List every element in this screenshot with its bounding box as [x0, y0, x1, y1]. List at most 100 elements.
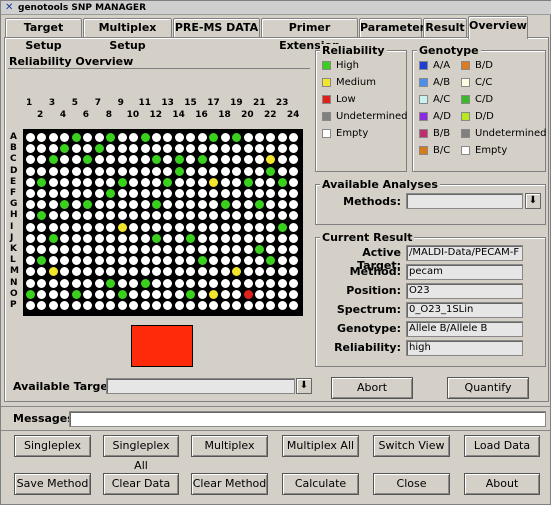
plate-well[interactable]	[37, 289, 47, 299]
plate-well[interactable]	[174, 211, 184, 221]
plate-well[interactable]	[163, 278, 173, 288]
plate-well[interactable]	[83, 133, 93, 142]
result-field-value[interactable]: 0_O23_1SLin	[406, 302, 523, 318]
plate-well[interactable]	[71, 177, 81, 187]
plate-well[interactable]	[209, 233, 219, 243]
plate-well[interactable]	[220, 189, 230, 198]
plate-well[interactable]	[48, 301, 58, 310]
plate-well[interactable]	[117, 289, 127, 299]
plate-well[interactable]	[186, 222, 196, 232]
plate-well[interactable]	[277, 301, 287, 310]
plate-well[interactable]	[186, 166, 196, 176]
plate-well[interactable]	[163, 133, 173, 142]
plate-well[interactable]	[106, 289, 116, 299]
plate-well[interactable]	[60, 155, 70, 165]
plate-well[interactable]	[220, 267, 230, 277]
plate-well[interactable]	[26, 211, 35, 221]
plate-well[interactable]	[255, 222, 264, 232]
plate-well[interactable]	[94, 166, 104, 176]
plate-well[interactable]	[106, 189, 116, 198]
plate-well[interactable]	[277, 155, 287, 165]
plate-well[interactable]	[37, 245, 47, 254]
plate-well[interactable]	[174, 256, 184, 266]
plate-well[interactable]	[243, 189, 253, 198]
plate-well[interactable]	[37, 301, 47, 310]
plate-well[interactable]	[94, 233, 104, 243]
plate-well[interactable]	[48, 144, 58, 154]
plate-well[interactable]	[255, 278, 264, 288]
tab-multiplex-setup[interactable]: Multiplex Setup	[83, 18, 172, 52]
plate-well[interactable]	[186, 278, 196, 288]
plate-well[interactable]	[243, 200, 253, 210]
plate-well[interactable]	[266, 222, 276, 232]
plate-well[interactable]	[277, 278, 287, 288]
plate-well[interactable]	[197, 211, 207, 221]
plate-well[interactable]	[117, 222, 127, 232]
plate-well[interactable]	[48, 200, 58, 210]
plate-well[interactable]	[26, 278, 35, 288]
plate-well[interactable]	[83, 301, 93, 310]
plate-well[interactable]	[163, 233, 173, 243]
plate-well[interactable]	[197, 256, 207, 266]
plate-well[interactable]	[186, 301, 196, 310]
multiplex-all-button[interactable]: Multiplex All	[282, 435, 359, 457]
plate-well[interactable]	[60, 278, 70, 288]
tab-primer-extension[interactable]: Primer Extension	[261, 18, 358, 52]
plate-well[interactable]	[83, 189, 93, 198]
plate-well[interactable]	[106, 301, 116, 310]
plate-well[interactable]	[151, 155, 161, 165]
plate-well[interactable]	[277, 166, 287, 176]
plate-well[interactable]	[140, 166, 150, 176]
plate-well[interactable]	[48, 189, 58, 198]
plate-well[interactable]	[174, 289, 184, 299]
plate-well[interactable]	[163, 211, 173, 221]
load-data-button[interactable]: Load Data	[464, 435, 540, 457]
plate-well[interactable]	[129, 211, 139, 221]
result-field-value[interactable]: O23	[406, 283, 523, 299]
methods-dropdown-icon[interactable]: ⬇	[525, 193, 541, 209]
plate-well[interactable]	[232, 211, 242, 221]
plate-well[interactable]	[277, 289, 287, 299]
plate-well[interactable]	[255, 289, 264, 299]
plate-well[interactable]	[60, 144, 70, 154]
plate-well[interactable]	[186, 155, 196, 165]
plate-well[interactable]	[71, 133, 81, 142]
plate-well[interactable]	[243, 267, 253, 277]
plate-well[interactable]	[255, 245, 264, 254]
plate-well[interactable]	[71, 278, 81, 288]
plate-well[interactable]	[243, 233, 253, 243]
plate-well[interactable]	[37, 133, 47, 142]
plate-well[interactable]	[174, 278, 184, 288]
plate-well[interactable]	[117, 245, 127, 254]
plate-well[interactable]	[117, 267, 127, 277]
plate-well[interactable]	[26, 133, 35, 142]
plate-well[interactable]	[129, 222, 139, 232]
plate-well[interactable]	[60, 166, 70, 176]
plate-well[interactable]	[83, 289, 93, 299]
plate-well[interactable]	[60, 133, 70, 142]
plate-well[interactable]	[117, 200, 127, 210]
plate-well[interactable]	[71, 200, 81, 210]
plate-well[interactable]	[106, 222, 116, 232]
plate-well[interactable]	[71, 189, 81, 198]
plate-well[interactable]	[151, 245, 161, 254]
plate-well[interactable]	[243, 301, 253, 310]
plate-well[interactable]	[209, 144, 219, 154]
plate-well[interactable]	[266, 278, 276, 288]
plate-well[interactable]	[94, 256, 104, 266]
plate-well[interactable]	[174, 177, 184, 187]
plate-well[interactable]	[220, 301, 230, 310]
plate-well[interactable]	[289, 278, 299, 288]
plate-well[interactable]	[277, 211, 287, 221]
plate-well[interactable]	[277, 177, 287, 187]
plate-well[interactable]	[174, 222, 184, 232]
plate-well[interactable]	[163, 144, 173, 154]
messages-field[interactable]	[69, 411, 546, 427]
plate-well[interactable]	[48, 233, 58, 243]
plate-well[interactable]	[26, 245, 35, 254]
plate-well[interactable]	[151, 267, 161, 277]
plate-well[interactable]	[48, 278, 58, 288]
plate-well[interactable]	[220, 278, 230, 288]
tab-target-setup[interactable]: Target Setup	[5, 18, 82, 52]
plate-well[interactable]	[26, 155, 35, 165]
